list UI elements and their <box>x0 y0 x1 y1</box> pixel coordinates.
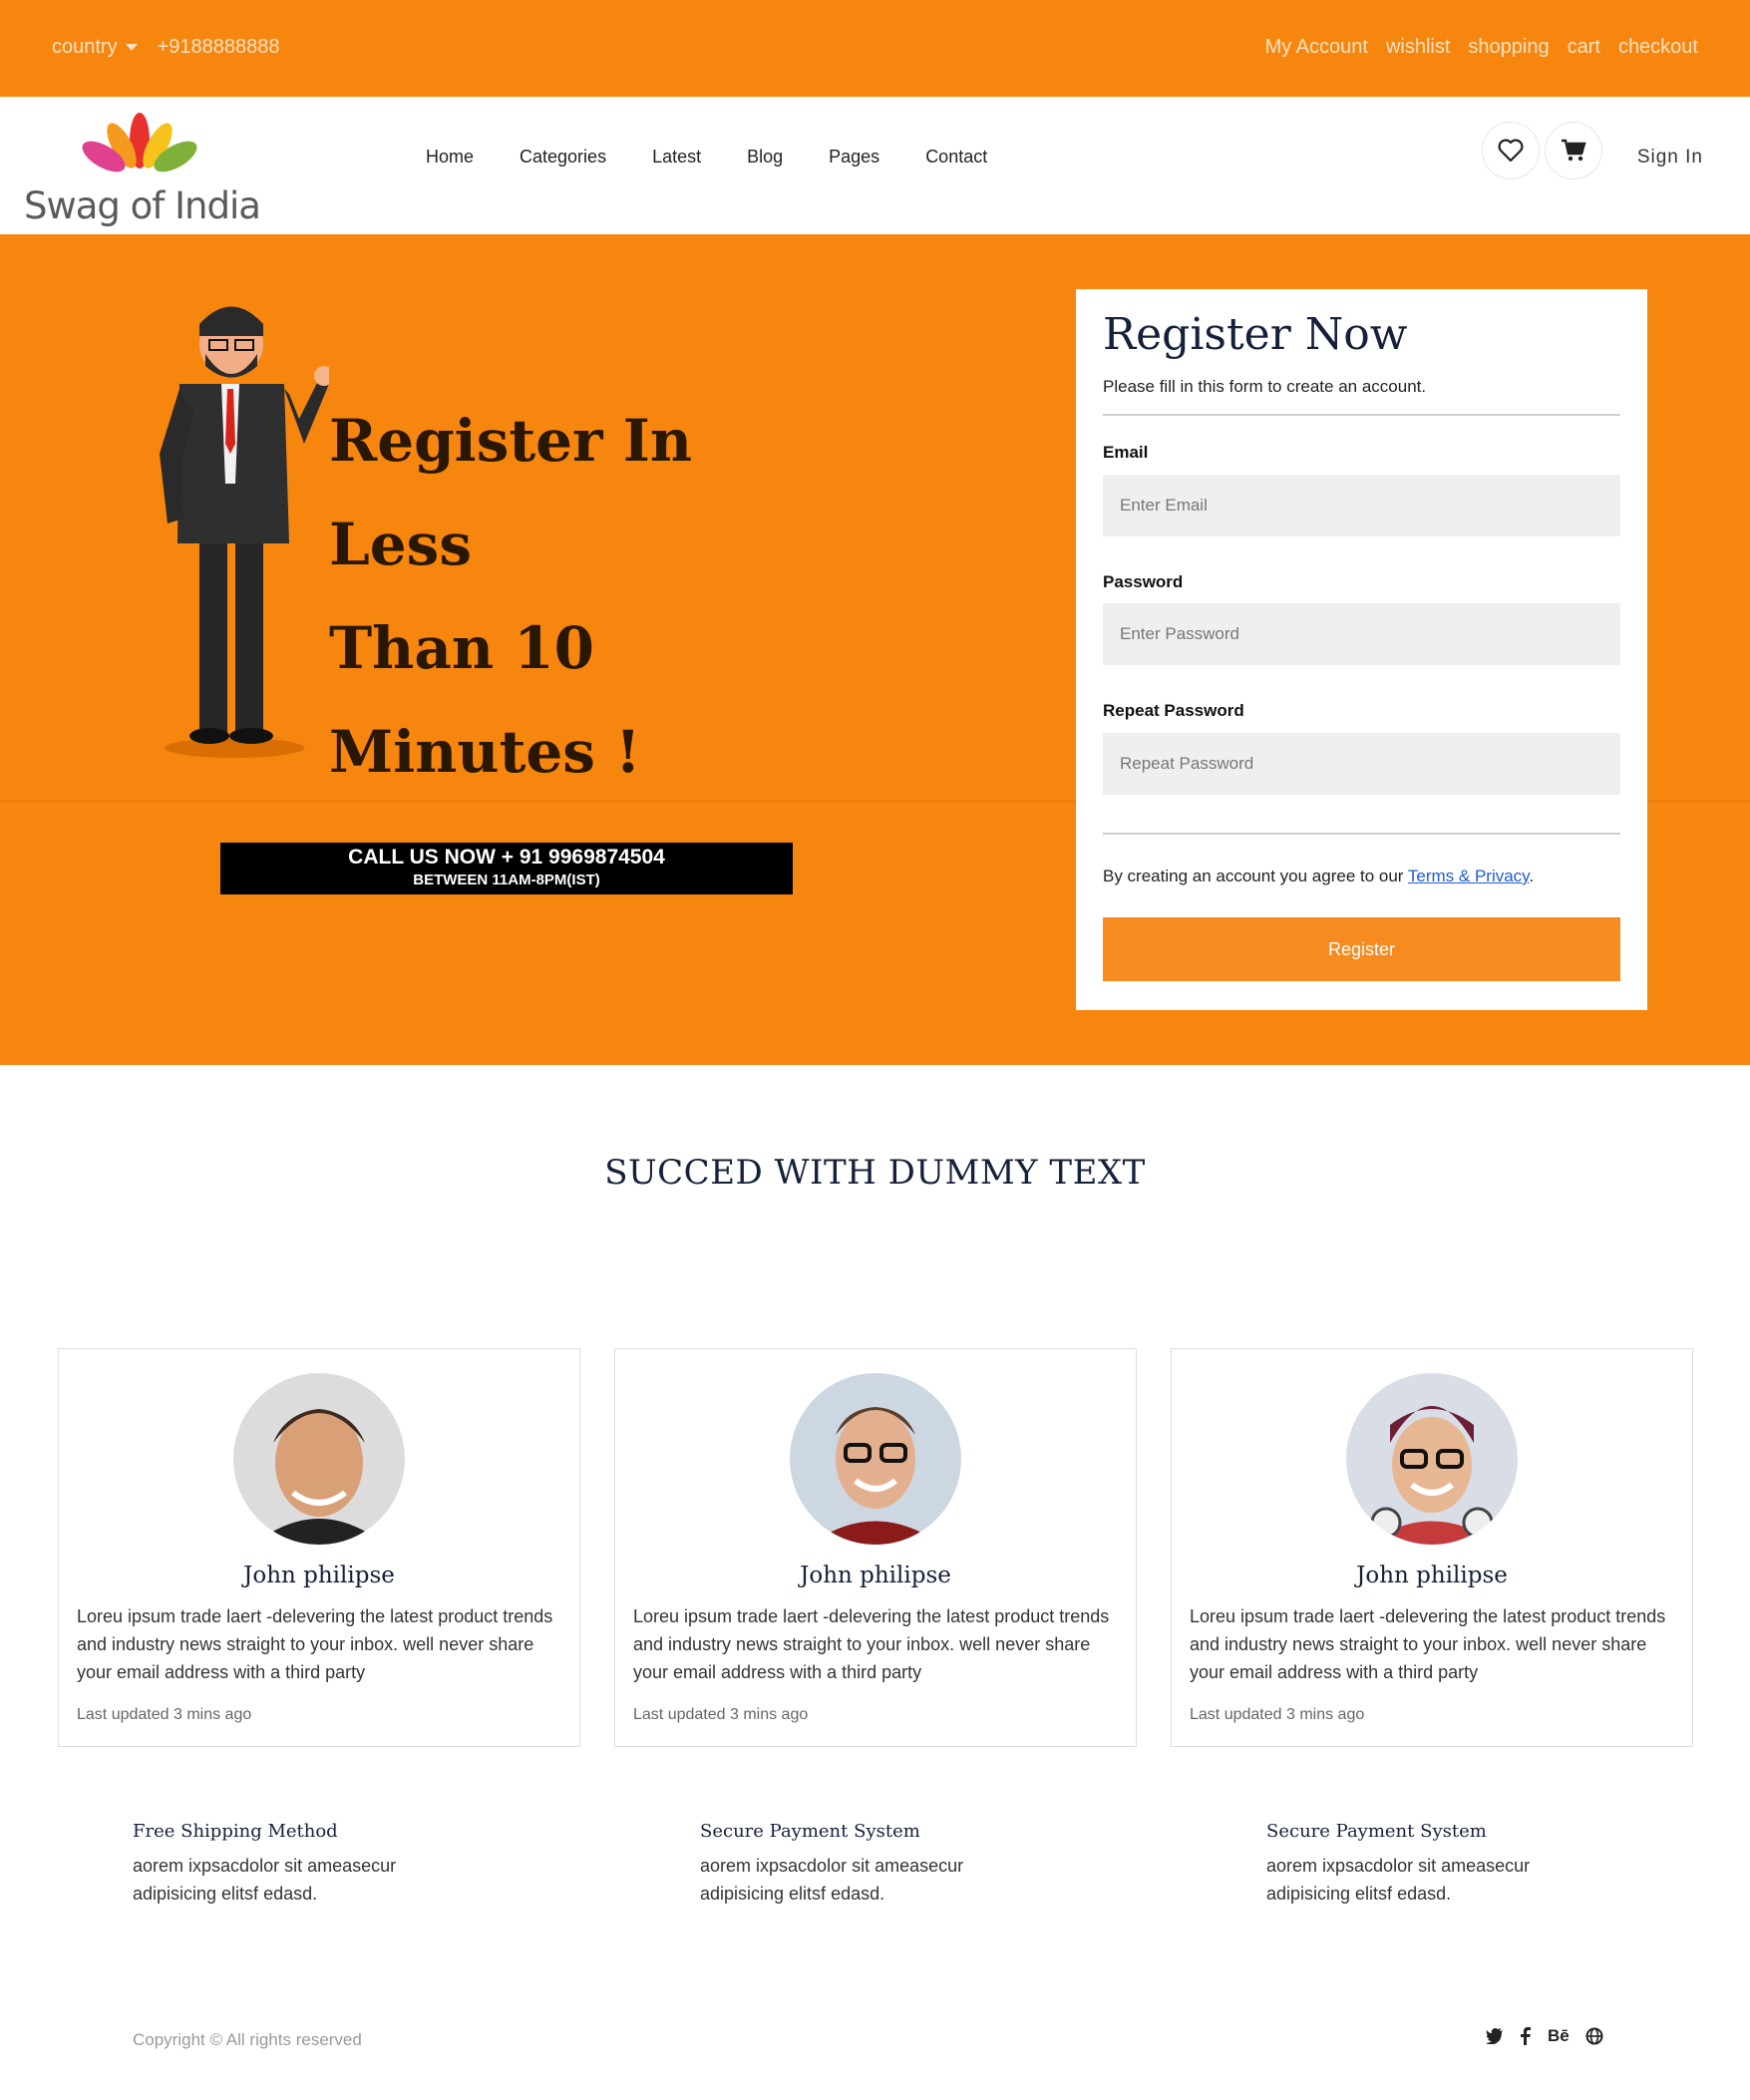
country-label: country <box>52 36 118 58</box>
feature-description: aorem ixpsacdolor sit ameasecur adipisic… <box>700 1856 964 1904</box>
phone-number[interactable]: +9188888888 <box>158 36 280 59</box>
cart-button[interactable] <box>1545 122 1602 179</box>
nav-blog[interactable]: Blog <box>747 147 783 168</box>
shopping-cart-icon <box>1562 139 1586 162</box>
nav-pages[interactable]: Pages <box>829 147 879 168</box>
section-title: SUCCED WITH DUMMY TEXT <box>604 1153 1146 1193</box>
call-us-hours: BETWEEN 11AM-8PM(IST) <box>413 872 600 888</box>
avatar <box>790 1373 961 1545</box>
top-bar: country +9188888888 My Account wishlist … <box>0 0 1750 97</box>
terms-prefix: By creating an account you agree to our <box>1103 867 1408 885</box>
shopping-link[interactable]: shopping <box>1468 36 1549 59</box>
register-form: Register Now Please fill in this form to… <box>1076 289 1647 1010</box>
last-updated: Last updated 3 mins ago <box>77 1706 252 1723</box>
terms-text: By creating an account you agree to our … <box>1103 867 1534 886</box>
feature-title: Secure Payment System <box>1266 1821 1487 1842</box>
email-label: Email <box>1103 443 1149 462</box>
businessman-illustration <box>160 306 329 758</box>
hero-title-line1: Register In Less <box>329 407 693 578</box>
feature-item: Free Shipping Method aorem ixpsacdolor s… <box>133 1821 452 1908</box>
nav-home[interactable]: Home <box>426 147 474 168</box>
globe-icon[interactable] <box>1585 2027 1603 2045</box>
profile-name: John philipse <box>800 1563 951 1588</box>
form-title: Register Now <box>1103 309 1408 360</box>
profile-card: John philipse Loreu ipsum trade laert -d… <box>614 1348 1137 1747</box>
form-subtitle: Please fill in this form to create an ac… <box>1103 377 1427 396</box>
feature-title: Free Shipping Method <box>133 1821 338 1842</box>
password-label: Password <box>1103 572 1184 591</box>
feature-title: Secure Payment System <box>700 1821 920 1842</box>
checkout-link[interactable]: checkout <box>1618 36 1698 59</box>
call-us-number: CALL US NOW + 91 9969874504 <box>348 846 665 869</box>
feature-description: aorem ixpsacdolor sit ameasecur adipisic… <box>1266 1856 1531 1904</box>
profile-card: John philipse Loreu ipsum trade laert -d… <box>1171 1348 1693 1747</box>
feature-description: aorem ixpsacdolor sit ameasecur adipisic… <box>133 1856 397 1904</box>
sign-in-link[interactable]: Sign In <box>1637 147 1703 169</box>
profile-card: John philipse Loreu ipsum trade laert -d… <box>58 1348 580 1747</box>
last-updated: Last updated 3 mins ago <box>1190 1706 1365 1723</box>
wishlist-button[interactable] <box>1482 122 1540 179</box>
repeat-password-field[interactable] <box>1103 733 1620 795</box>
last-updated: Last updated 3 mins ago <box>633 1706 809 1723</box>
cart-link[interactable]: cart <box>1568 36 1600 59</box>
wishlist-link[interactable]: wishlist <box>1386 36 1450 59</box>
hero-title: Register In Less Than 10 Minutes ! <box>329 389 848 804</box>
hero-section: Register In Less Than 10 Minutes ! CALL … <box>0 234 1750 1065</box>
main-navigation: Swag of India Home Categories Latest Blo… <box>0 97 1750 234</box>
behance-icon[interactable]: Bē <box>1548 2026 1570 2046</box>
register-button[interactable]: Register <box>1103 917 1620 981</box>
chevron-down-icon <box>125 44 138 52</box>
hero-title-line2: Than 10 Minutes ! <box>329 614 641 786</box>
profile-description: Loreu ipsum trade laert -delevering the … <box>1190 1606 1666 1682</box>
heart-icon <box>1498 139 1524 163</box>
my-account-link[interactable]: My Account <box>1265 36 1368 59</box>
social-links: Bē <box>1486 2026 1603 2046</box>
avatar <box>1346 1373 1518 1545</box>
feature-item: Secure Payment System aorem ixpsacdolor … <box>1266 1821 1585 1908</box>
avatar <box>233 1373 405 1545</box>
country-dropdown[interactable]: country <box>52 36 138 59</box>
repeat-password-label: Repeat Password <box>1103 701 1244 720</box>
terms-suffix: . <box>1529 867 1535 885</box>
logo-text: Swag of India <box>24 184 261 227</box>
profile-description: Loreu ipsum trade laert -delevering the … <box>633 1606 1110 1682</box>
nav-latest[interactable]: Latest <box>652 147 701 168</box>
nav-contact[interactable]: Contact <box>925 147 987 168</box>
terms-privacy-link[interactable]: Terms & Privacy <box>1408 867 1530 885</box>
logo[interactable]: Swag of India <box>22 101 261 230</box>
profile-name: John philipse <box>243 1563 395 1588</box>
twitter-icon[interactable] <box>1486 2028 1504 2044</box>
profile-name: John philipse <box>1356 1563 1508 1588</box>
lotus-logo-icon <box>82 113 197 173</box>
nav-categories[interactable]: Categories <box>520 147 606 168</box>
form-divider-top <box>1103 414 1620 416</box>
menu: Home Categories Latest Blog Pages Contac… <box>426 147 987 168</box>
call-us-banner: CALL US NOW + 91 9969874504 BETWEEN 11AM… <box>220 843 793 894</box>
facebook-icon[interactable] <box>1520 2027 1532 2045</box>
password-field[interactable] <box>1103 603 1620 665</box>
profile-description: Loreu ipsum trade laert -delevering the … <box>77 1606 553 1682</box>
copyright: Copyright © All rights reserved <box>133 2030 362 2049</box>
email-field[interactable] <box>1103 475 1620 536</box>
feature-item: Secure Payment System aorem ixpsacdolor … <box>700 1821 1019 1908</box>
form-divider-bottom <box>1103 833 1620 835</box>
